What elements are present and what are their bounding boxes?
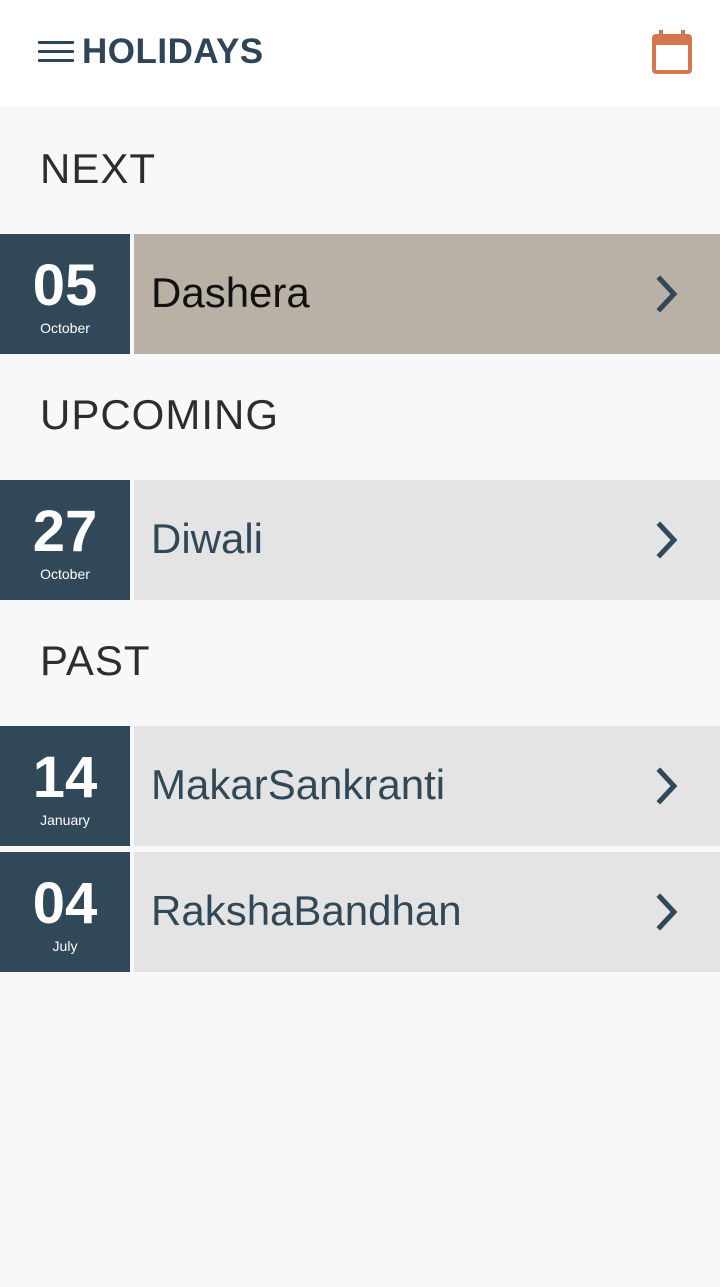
holiday-name-box: Diwali <box>134 480 720 600</box>
menu-line <box>38 59 74 62</box>
date-month: October <box>40 566 90 582</box>
section-header-upcoming: UPCOMING <box>40 391 279 438</box>
menu-line <box>38 41 74 44</box>
holiday-name-box: MakarSankranti <box>134 726 720 846</box>
app-title: HOLIDAYS <box>82 32 264 71</box>
date-box: 05 October <box>0 234 130 354</box>
chevron-right-icon[interactable] <box>650 520 686 560</box>
chevron-right-icon[interactable] <box>650 274 686 314</box>
holiday-name: MakarSankranti <box>151 761 446 808</box>
holiday-name-box: Dashera <box>134 234 720 354</box>
date-box: 27 October <box>0 480 130 600</box>
date-day: 14 <box>32 745 98 810</box>
holiday-row-dashera[interactable]: 05 October Dashera <box>0 234 720 354</box>
holiday-name-box: RakshaBandhan <box>134 852 720 972</box>
section-header-past: PAST <box>40 637 151 684</box>
date-day: 27 <box>32 499 98 564</box>
chevron-right-icon[interactable] <box>650 892 686 932</box>
holiday-row-diwali[interactable]: 27 October Diwali <box>0 480 720 600</box>
holiday-name: Dashera <box>151 269 310 316</box>
date-month: July <box>52 938 78 954</box>
date-day: 04 <box>32 871 98 936</box>
calendar-icon[interactable] <box>646 26 698 78</box>
date-month: October <box>40 320 90 336</box>
date-box: 04 July <box>0 852 130 972</box>
menu-line <box>38 50 74 53</box>
date-day: 05 <box>32 253 98 318</box>
app-bar: HOLIDAYS <box>0 0 720 107</box>
holiday-name: Diwali <box>151 515 264 562</box>
chevron-right-icon[interactable] <box>650 766 686 806</box>
section-header-next: NEXT <box>40 145 157 192</box>
holiday-name: RakshaBandhan <box>151 887 462 934</box>
holiday-row-rakshabandhan[interactable]: 04 July RakshaBandhan <box>0 852 720 972</box>
date-box: 14 January <box>0 726 130 846</box>
hamburger-menu-icon[interactable] <box>36 38 76 68</box>
holiday-row-makarsankranti[interactable]: 14 January MakarSankranti <box>0 726 720 846</box>
date-month: January <box>40 812 90 828</box>
